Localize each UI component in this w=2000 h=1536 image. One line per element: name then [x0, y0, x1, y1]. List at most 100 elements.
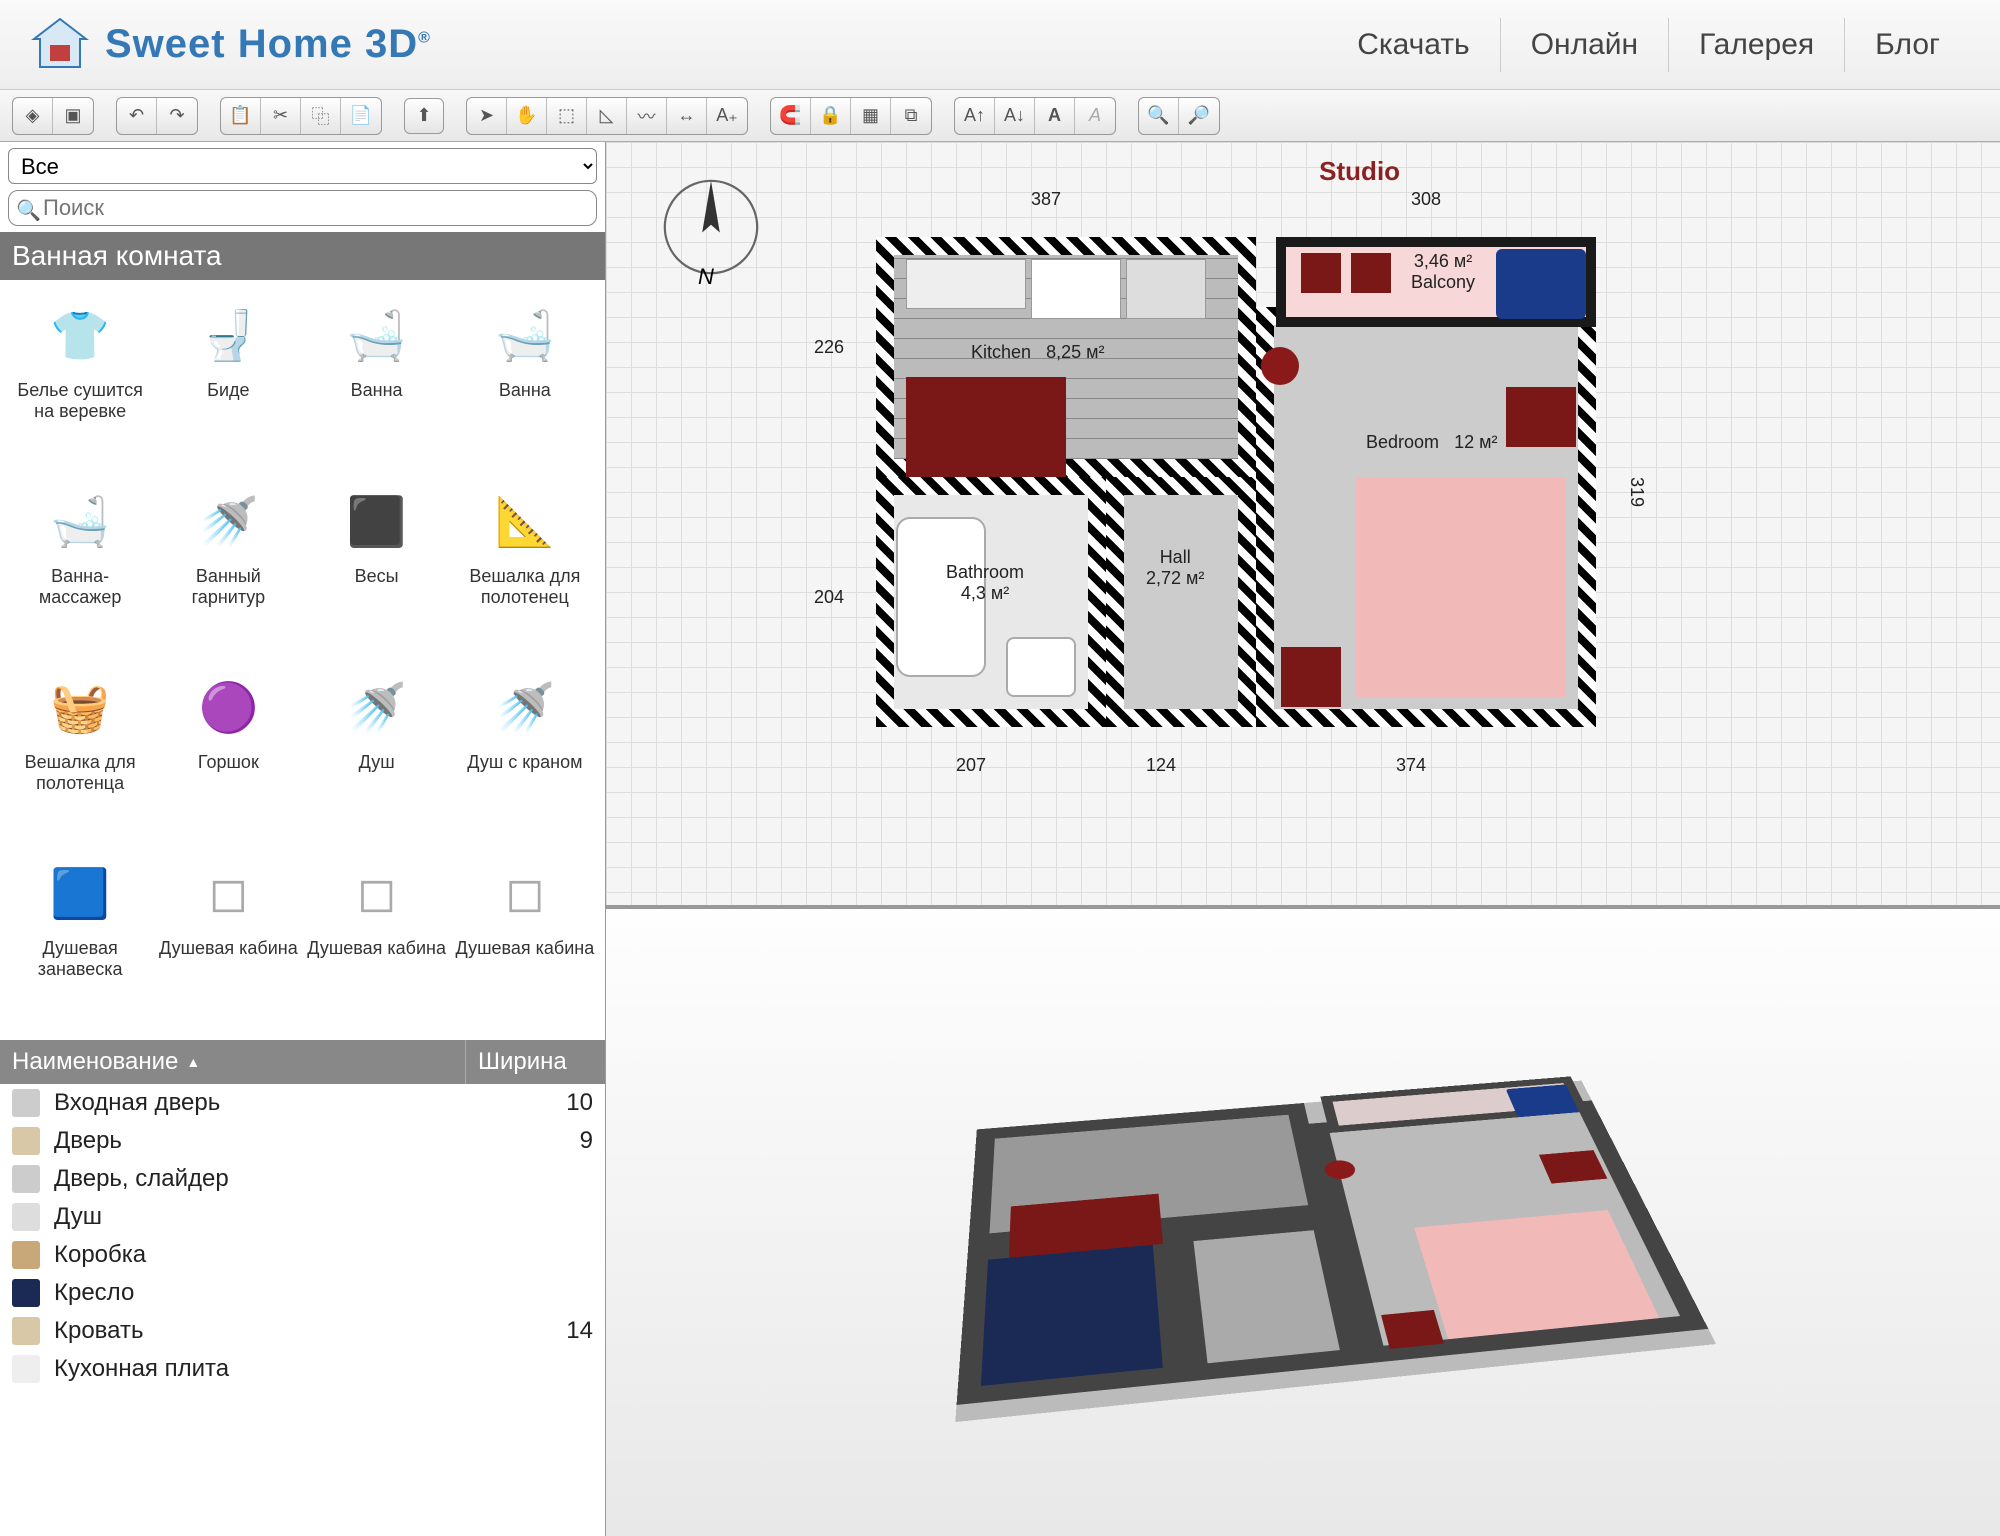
- list-item[interactable]: Коробка: [0, 1236, 605, 1274]
- catalog-item[interactable]: 🚽Биде: [156, 290, 300, 472]
- list-item-name: Дверь, слайдер: [54, 1165, 543, 1193]
- layers-button[interactable]: ⧉: [891, 98, 931, 134]
- sort-asc-icon: ▲: [186, 1054, 200, 1070]
- col-width-header[interactable]: Ширина: [465, 1040, 605, 1084]
- dimension-tool[interactable]: ↔: [667, 98, 707, 134]
- search-input[interactable]: [8, 190, 597, 226]
- catalog-item[interactable]: 🛁Ванна: [453, 290, 597, 472]
- catalog-item[interactable]: 🟦Душевая занавеска: [8, 848, 152, 1030]
- text-decrease-button[interactable]: A↓: [995, 98, 1035, 134]
- room-tool[interactable]: ◺: [587, 98, 627, 134]
- furniture-catalog-grid: 👕Белье сушится на веревке🚽Биде🛁Ванна🛁Ван…: [0, 280, 605, 1040]
- nav-download[interactable]: Скачать: [1327, 18, 1500, 72]
- catalog-item[interactable]: 🛁Ванна: [305, 290, 449, 472]
- list-item[interactable]: Кровать14: [0, 1312, 605, 1350]
- list-item-name: Кресло: [54, 1279, 543, 1307]
- catalog-item[interactable]: 👕Белье сушится на веревке: [8, 290, 152, 472]
- render-3d-view[interactable]: [606, 909, 2000, 1536]
- text-tool[interactable]: A₊: [707, 98, 747, 134]
- catalog-item[interactable]: 🟣Горшок: [156, 662, 300, 844]
- copy-button[interactable]: ⿻: [301, 98, 341, 134]
- category-filter-select[interactable]: Все: [8, 148, 597, 184]
- catalog-label: Душ с краном: [453, 752, 597, 773]
- catalog-item[interactable]: ◻Душевая кабина: [453, 848, 597, 1030]
- catalog-item[interactable]: 🚿Душ с краном: [453, 662, 597, 844]
- plan-2d-view[interactable]: Studio N 387 308 226 204 319 207 124 374: [606, 142, 2000, 909]
- catalog-label: Биде: [156, 380, 300, 401]
- list-item-width: 14: [543, 1317, 593, 1345]
- catalog-item[interactable]: ⬛Весы: [305, 476, 449, 658]
- list-item-name: Коробка: [54, 1241, 543, 1269]
- pan-tool[interactable]: ✋: [507, 98, 547, 134]
- cut-button[interactable]: 📋: [221, 98, 261, 134]
- catalog-thumb-icon: 🧺: [8, 662, 152, 752]
- list-item-icon: [12, 1165, 40, 1193]
- list-item[interactable]: Кресло: [0, 1274, 605, 1312]
- canvas-area: Studio N 387 308 226 204 319 207 124 374: [606, 142, 2000, 1536]
- kitchen-label: Kitchen 8,25 м²: [971, 342, 1104, 363]
- compass-icon: N: [656, 172, 766, 282]
- list-item[interactable]: Входная дверь10: [0, 1084, 605, 1122]
- paste-button[interactable]: 📄: [341, 98, 381, 134]
- main-area: Все 🔍 Ванная комната 👕Белье сушится на в…: [0, 142, 2000, 1536]
- list-item[interactable]: Дверь9: [0, 1122, 605, 1160]
- catalog-label: Белье сушится на веревке: [8, 380, 152, 421]
- grid-button[interactable]: ▦: [851, 98, 891, 134]
- list-item-name: Душ: [54, 1203, 543, 1231]
- catalog-item[interactable]: ◻Душевая кабина: [305, 848, 449, 1030]
- toolbar: ◈ ▣ ↶ ↷ 📋 ✂ ⿻ 📄 ⬆ ➤ ✋ ⬚ ◺ 〰 ↔ A₊ 🧲 🔒 ▦ ⧉…: [0, 90, 2000, 142]
- catalog-item[interactable]: 🚿Ванный гарнитур: [156, 476, 300, 658]
- select-tool[interactable]: ➤: [467, 98, 507, 134]
- catalog-item[interactable]: 🚿Душ: [305, 662, 449, 844]
- scissors-button[interactable]: ✂: [261, 98, 301, 134]
- catalog-thumb-icon: 🚿: [305, 662, 449, 752]
- italic-button[interactable]: A: [1075, 98, 1115, 134]
- add-furniture-button[interactable]: ⬆: [404, 98, 444, 134]
- list-item-name: Дверь: [54, 1127, 543, 1155]
- catalog-item[interactable]: 🛁Ванна-массажер: [8, 476, 152, 658]
- redo-button[interactable]: ↷: [157, 98, 197, 134]
- catalog-thumb-icon: ◻: [453, 848, 597, 938]
- catalog-thumb-icon: ◻: [156, 848, 300, 938]
- category-header: Ванная комната: [0, 232, 605, 280]
- floorplan: 387 308 226 204 319 207 124 374: [856, 217, 1656, 767]
- nav-links: Скачать Онлайн Галерея Блог: [1327, 18, 1970, 72]
- nav-gallery[interactable]: Галерея: [1668, 18, 1844, 72]
- text-increase-button[interactable]: A↑: [955, 98, 995, 134]
- app-header: Sweet Home 3D® Скачать Онлайн Галерея Бл…: [0, 0, 2000, 90]
- list-item-icon: [12, 1127, 40, 1155]
- furniture-table-header: Наименование ▲ Ширина: [0, 1040, 605, 1084]
- dim-left-upper: 226: [814, 337, 844, 358]
- list-item[interactable]: Кухонная плита: [0, 1350, 605, 1388]
- catalog-label: Ванна: [453, 380, 597, 401]
- list-item-icon: [12, 1241, 40, 1269]
- model-3d: [853, 952, 1753, 1492]
- zoom-out-button[interactable]: 🔎: [1179, 98, 1219, 134]
- catalog-label: Душевая кабина: [453, 938, 597, 959]
- lock-button[interactable]: 🔒: [811, 98, 851, 134]
- bold-button[interactable]: A: [1035, 98, 1075, 134]
- new-file-button[interactable]: ◈: [13, 98, 53, 134]
- dim-right: 319: [1626, 477, 1647, 507]
- list-item[interactable]: Дверь, слайдер: [0, 1160, 605, 1198]
- bathroom-label: Bathroom4,3 м²: [946, 562, 1024, 604]
- zoom-in-button[interactable]: 🔍: [1139, 98, 1179, 134]
- catalog-item[interactable]: ◻Душевая кабина: [156, 848, 300, 1030]
- nav-online[interactable]: Онлайн: [1500, 18, 1668, 72]
- wall-tool[interactable]: ⬚: [547, 98, 587, 134]
- undo-button[interactable]: ↶: [117, 98, 157, 134]
- col-name-header[interactable]: Наименование ▲: [0, 1040, 465, 1084]
- list-item-icon: [12, 1279, 40, 1307]
- snap-button[interactable]: 🧲: [771, 98, 811, 134]
- catalog-item[interactable]: 🧺Вешалка для полотенца: [8, 662, 152, 844]
- nav-blog[interactable]: Блог: [1844, 18, 1970, 72]
- open-file-button[interactable]: ▣: [53, 98, 93, 134]
- catalog-label: Ванна-массажер: [8, 566, 152, 607]
- catalog-thumb-icon: 👕: [8, 290, 152, 380]
- catalog-item[interactable]: 📐Вешалка для полотенец: [453, 476, 597, 658]
- catalog-thumb-icon: 🛁: [8, 476, 152, 566]
- catalog-thumb-icon: 📐: [453, 476, 597, 566]
- list-item[interactable]: Душ: [0, 1198, 605, 1236]
- plan-title: Studio: [1319, 156, 1400, 187]
- polyline-tool[interactable]: 〰: [627, 98, 667, 134]
